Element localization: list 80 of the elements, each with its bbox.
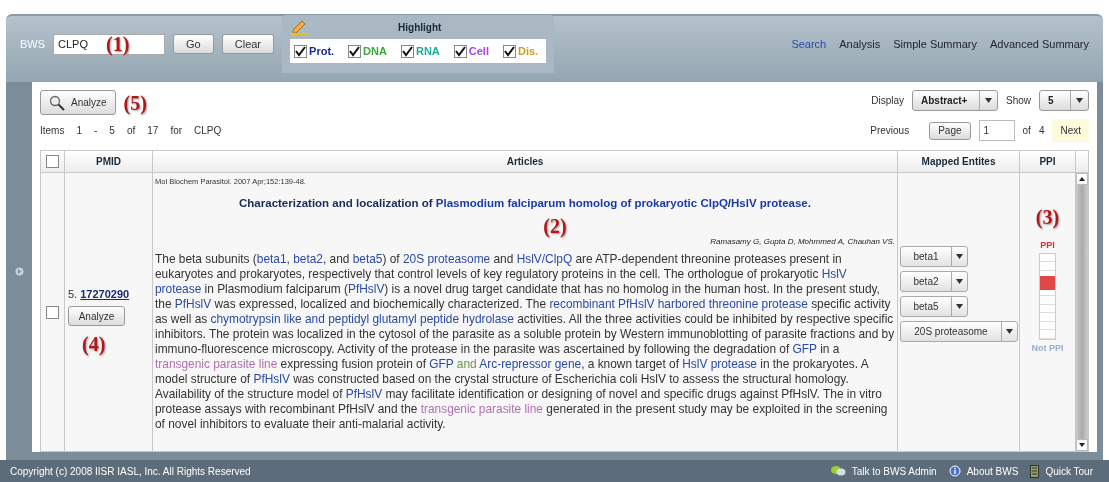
pmid-link[interactable]: 17270290 bbox=[80, 285, 130, 303]
highlight-option: Cell bbox=[468, 42, 489, 60]
items-summary: 5 bbox=[109, 124, 115, 138]
items-summary: - bbox=[94, 124, 98, 138]
pencil-icon bbox=[290, 19, 309, 35]
callout-number: (1) bbox=[106, 34, 130, 54]
scroll-down-icon[interactable] bbox=[1079, 443, 1085, 447]
checkbox[interactable] bbox=[348, 44, 362, 58]
not-ppi-label: Not PPI bbox=[1031, 341, 1064, 355]
help-icon bbox=[948, 465, 961, 477]
column-header: PPI bbox=[1039, 155, 1056, 169]
items-summary: for bbox=[170, 124, 183, 138]
page-count: 4 bbox=[1038, 124, 1045, 138]
items-summary: 17 bbox=[147, 124, 159, 138]
book-icon bbox=[1030, 464, 1040, 478]
footer-link[interactable]: About BWS bbox=[966, 463, 1019, 479]
items-summary: 1 bbox=[76, 124, 82, 138]
caret-icon bbox=[956, 304, 963, 309]
column-header: Articles bbox=[506, 155, 544, 169]
column-header: Mapped Entites bbox=[921, 155, 996, 169]
page-button[interactable]: Page bbox=[929, 121, 971, 140]
previous-link[interactable]: Previous bbox=[870, 123, 910, 138]
entity-select[interactable]: beta1 bbox=[900, 246, 968, 267]
nav-link[interactable]: Search bbox=[791, 35, 827, 53]
search-label: BWS bbox=[20, 36, 46, 52]
checkbox[interactable] bbox=[46, 155, 59, 168]
checkbox[interactable] bbox=[294, 44, 308, 58]
items-summary: CLPQ bbox=[194, 124, 222, 138]
display-label: Display bbox=[871, 94, 904, 108]
items-summary: of bbox=[126, 124, 136, 138]
page-field[interactable]: 1 bbox=[978, 120, 1015, 141]
search-icon bbox=[49, 94, 65, 111]
highlight-option: RNA bbox=[415, 42, 440, 60]
authors: Ramasamy G, Gupta D, Mohmmed A, Chauhan VS. bbox=[710, 235, 895, 248]
nav-link[interactable]: Simple Summary bbox=[893, 35, 977, 53]
go-button[interactable]: Go bbox=[173, 34, 214, 54]
abstract-text: The beta subunits (beta1, beta2, and beta5) of 20S proteasome and HslV/ClpQ are ATP-dependent threonine proteases present in eukaryotes and prokaryotes, respectively that control levels of key regulatory proteins in the cell. The orthologue of prokaryotic HslV protease in Plasmodium falciparum (PfHslV) is a novel drug target candidate that has no homolog in the human host. In the present study, the PfHslV was expressed, localized and biochemically characterized. The recombinant PfHslV harbored threonine protease specific activity as well as chymotrypsin like and peptidyl glutamyl peptide hydrolase activities. All the three activities could be inhibited by respective specific inhibitors. The protein was localized in the cytosol of the parasite as a soluble protein by Western immunoblotting of parasite fractions and by immuno-fluorescence microscopy. Activity of the protease in the parasite was ascertained by following the degradation of GFP in a transgenic parasite line expressing fusion protein of GFP and Arc-repressor gene, a known target of HslV protease in the prokaryotes. A model structure of PfHslV was constructed based on the crystal structure of Escherichia coli HslV to assess the structural homology. Availability of the structure model of PfHslV may facilitate identification or designing of novel and specific drugs against PfHslV. The in vitro protease assays with recombinant PfHslV and the transgenic parasite line generated in the present study may be exploited in the screening of novel inhibitors to evaluate their anti-malarial activity. bbox=[155, 251, 895, 432]
article-title: Characterization and localization of Plasmodium falciparum homolog of prokaryotic ClpQ/HslV protease. bbox=[238, 196, 812, 212]
display-select[interactable]: Abstract+ bbox=[912, 90, 998, 111]
caret-icon bbox=[985, 98, 992, 103]
scrollbar[interactable] bbox=[1076, 173, 1088, 451]
footer-link[interactable]: Talk to BWS Admin bbox=[851, 463, 937, 479]
highlight-option: DNA bbox=[363, 42, 387, 60]
entity-select[interactable]: beta2 bbox=[900, 271, 968, 292]
entity-select[interactable]: 20S proteasome bbox=[900, 321, 1018, 342]
items-summary: Items bbox=[40, 124, 65, 138]
checkbox[interactable] bbox=[46, 305, 59, 319]
caret-icon bbox=[1006, 329, 1013, 334]
highlight-title: Highlight bbox=[398, 20, 442, 35]
chat-icon bbox=[829, 465, 846, 477]
nav-link[interactable]: Advanced Summary bbox=[989, 35, 1089, 53]
row-number: 5. bbox=[68, 286, 78, 302]
entity-select[interactable]: beta5 bbox=[900, 296, 968, 317]
clear-button[interactable]: Clear bbox=[221, 34, 275, 54]
show-select[interactable]: 5 bbox=[1039, 90, 1089, 111]
scroll-up-icon[interactable] bbox=[1079, 177, 1085, 181]
page-of-label: of bbox=[1022, 124, 1031, 138]
caret-icon bbox=[956, 254, 963, 259]
callout-number: (5) bbox=[123, 92, 147, 113]
copyright: Copyright (c) 2008 IISR IASL, Inc. All Rights Reserved bbox=[10, 464, 251, 479]
callout-number: (3) bbox=[1035, 207, 1060, 227]
caret-icon bbox=[956, 279, 963, 284]
checkbox[interactable] bbox=[503, 44, 516, 58]
footer-link[interactable]: Quick Tour bbox=[1045, 463, 1093, 479]
nav-link[interactable]: Analysis bbox=[839, 35, 881, 53]
ppi-label: PPI bbox=[1040, 239, 1055, 252]
analyze-button[interactable]: Analyze bbox=[40, 90, 116, 115]
checkbox[interactable] bbox=[400, 44, 414, 58]
next-link[interactable]: Next bbox=[1052, 119, 1089, 142]
show-label: Show bbox=[1006, 94, 1031, 108]
callout-number: (2) bbox=[543, 215, 567, 236]
search-value: CLPQ bbox=[58, 36, 89, 52]
highlight-option: Prot. bbox=[309, 42, 335, 60]
caret-icon bbox=[1076, 98, 1083, 103]
callout-number: (4) bbox=[82, 333, 106, 356]
checkbox[interactable] bbox=[453, 44, 467, 58]
column-header: PMID bbox=[96, 155, 121, 169]
search-field[interactable]: CLPQ (1) bbox=[53, 33, 166, 55]
analyze-button[interactable]: Analyze bbox=[68, 306, 125, 327]
highlight-option: Dis. bbox=[518, 42, 539, 60]
